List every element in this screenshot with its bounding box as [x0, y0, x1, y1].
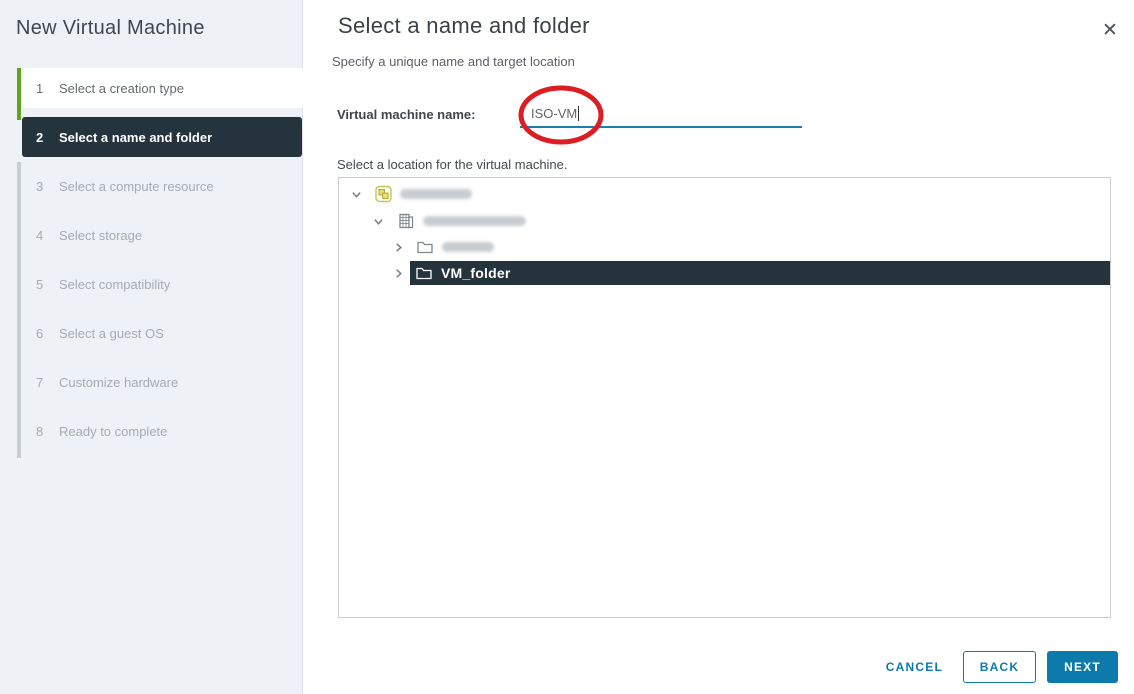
tree-row-datacenter[interactable]	[339, 208, 1110, 234]
chevron-right-icon[interactable]	[392, 241, 404, 253]
redacted-label	[442, 242, 494, 252]
wizard-main-pane: Select a name and folder Specify a uniqu…	[304, 0, 1134, 694]
step-number: 8	[36, 424, 50, 439]
step-label: Select a guest OS	[59, 326, 164, 341]
step-7-customize-hardware[interactable]: 7 Customize hardware	[22, 362, 303, 402]
wizard-sidebar: New Virtual Machine 1 Select a creation …	[0, 0, 303, 694]
step-number: 7	[36, 375, 50, 390]
step-label: Select a name and folder	[59, 130, 212, 145]
vm-name-value: ISO-VM	[531, 106, 577, 121]
step-3-select-compute-resource[interactable]: 3 Select a compute resource	[22, 166, 303, 206]
tree-row-vcenter[interactable]	[339, 181, 1110, 207]
step-number: 4	[36, 228, 50, 243]
tree-row-folder[interactable]	[339, 234, 1110, 260]
wizard-footer: CANCEL BACK NEXT	[876, 651, 1118, 683]
vcenter-icon	[375, 186, 392, 203]
folder-icon	[417, 240, 433, 254]
step-6-select-guest-os[interactable]: 6 Select a guest OS	[22, 313, 303, 353]
step-8-ready-to-complete[interactable]: 8 Ready to complete	[22, 411, 303, 451]
step-label: Select storage	[59, 228, 142, 243]
step-number: 3	[36, 179, 50, 194]
text-caret	[578, 106, 579, 121]
selected-row-highlight[interactable]: VM_folder	[410, 261, 1110, 285]
close-icon[interactable]: ✕	[1096, 16, 1124, 44]
location-instruction: Select a location for the virtual machin…	[337, 157, 568, 172]
new-vm-wizard-dialog: New Virtual Machine 1 Select a creation …	[0, 0, 1134, 694]
page-title: Select a name and folder	[338, 13, 590, 39]
step-number: 5	[36, 277, 50, 292]
selected-folder-label: VM_folder	[441, 265, 510, 281]
chevron-right-icon[interactable]	[392, 267, 404, 279]
step-2-select-name-folder[interactable]: 2 Select a name and folder	[22, 117, 302, 157]
step-4-select-storage[interactable]: 4 Select storage	[22, 215, 303, 255]
page-subtitle: Specify a unique name and target locatio…	[332, 54, 575, 69]
step-label: Select a creation type	[59, 81, 184, 96]
wizard-title: New Virtual Machine	[16, 17, 205, 40]
tree-row-vm-folder[interactable]: VM_folder	[339, 260, 1110, 286]
step-label: Select compatibility	[59, 277, 170, 292]
next-button[interactable]: NEXT	[1047, 651, 1118, 683]
folder-icon	[416, 266, 432, 280]
wizard-steps: 1 Select a creation type 2 Select a name…	[22, 68, 303, 460]
step-5-select-compatibility[interactable]: 5 Select compatibility	[22, 264, 303, 304]
step-label: Select a compute resource	[59, 179, 214, 194]
back-button[interactable]: BACK	[963, 651, 1036, 683]
step-number: 1	[36, 81, 50, 96]
redacted-label	[400, 189, 472, 199]
vm-name-input[interactable]: ISO-VM	[520, 100, 802, 128]
datacenter-icon	[398, 213, 414, 229]
step-label: Customize hardware	[59, 375, 178, 390]
redacted-label	[423, 216, 526, 226]
pending-step-rail	[17, 162, 21, 458]
chevron-down-icon[interactable]	[350, 188, 362, 200]
vm-name-label: Virtual machine name:	[337, 107, 475, 122]
step-1-select-creation-type[interactable]: 1 Select a creation type	[22, 68, 303, 108]
cancel-button[interactable]: CANCEL	[876, 651, 953, 683]
completed-step-rail	[17, 68, 21, 120]
inventory-tree: VM_folder	[338, 177, 1111, 618]
step-number: 2	[36, 130, 50, 145]
chevron-down-icon[interactable]	[372, 215, 384, 227]
step-number: 6	[36, 326, 50, 341]
step-label: Ready to complete	[59, 424, 167, 439]
